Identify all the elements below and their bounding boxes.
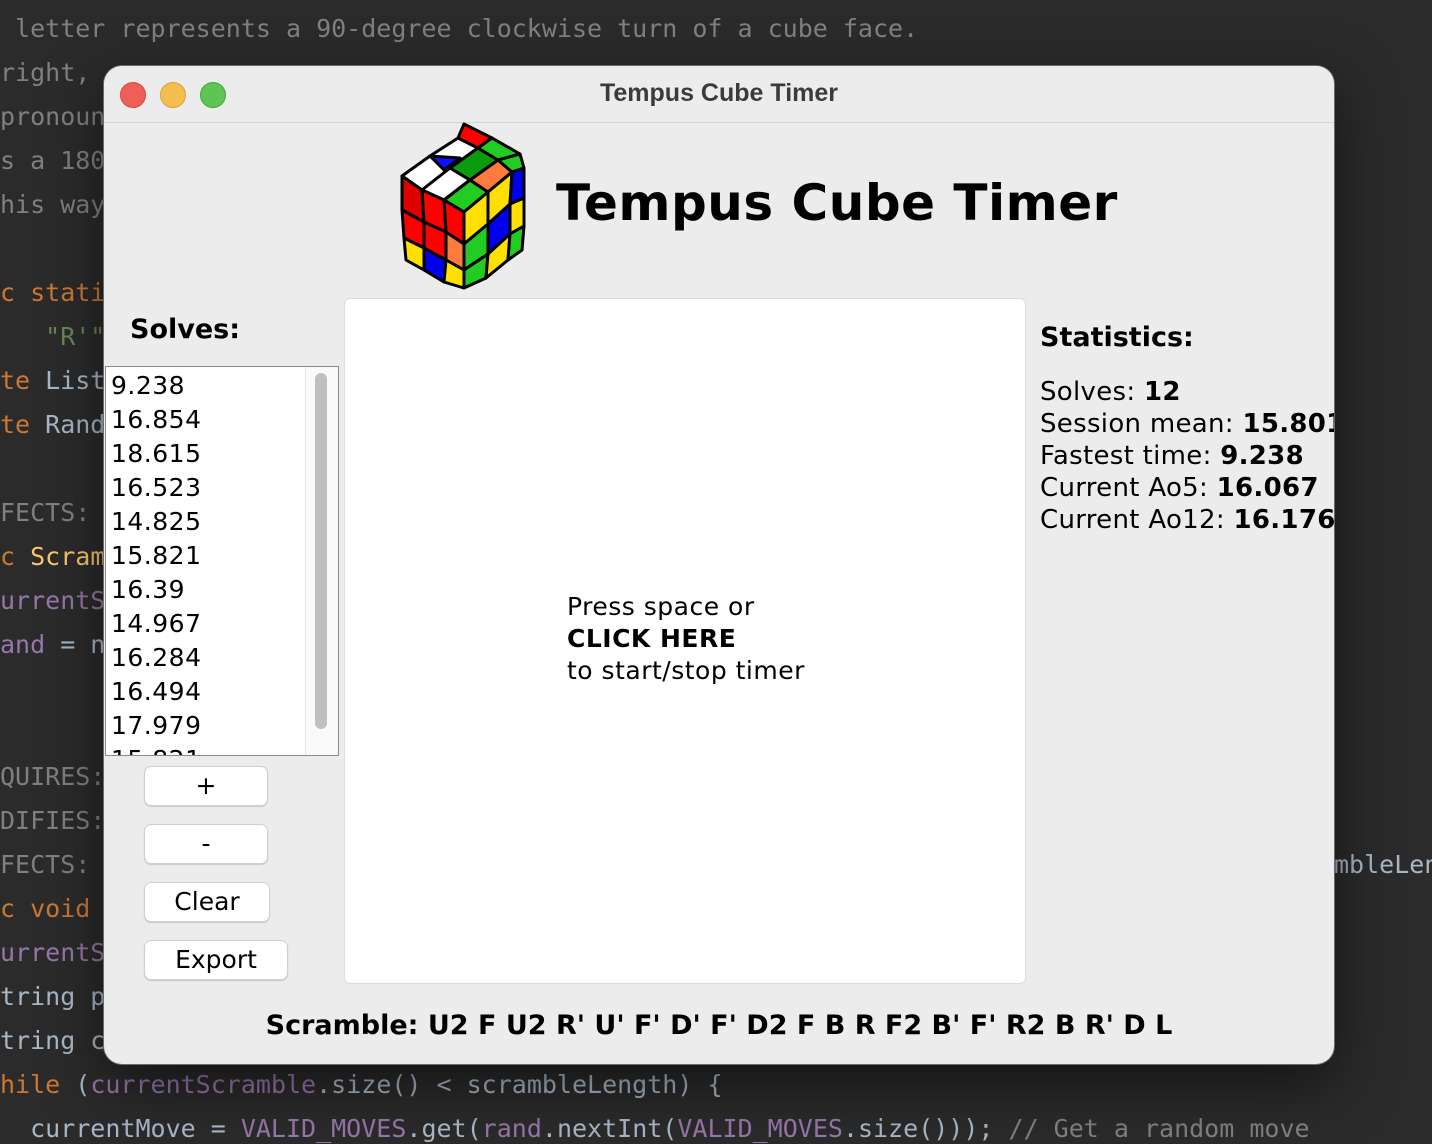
solve-list-item[interactable]: 15.821 (111, 743, 201, 755)
solve-list-item[interactable]: 16.39 (111, 573, 201, 607)
solve-list-item[interactable]: 16.494 (111, 675, 201, 709)
code-line: and = n (0, 630, 106, 659)
code-line: his way (0, 190, 106, 219)
solves-scrollbar[interactable] (305, 367, 338, 755)
solve-list-item[interactable]: 16.284 (111, 641, 201, 675)
scramble-moves: U2 F U2 R' U' F' D' F' D2 F B R F2 B' F'… (427, 1010, 1173, 1041)
code-line: right, (0, 58, 106, 87)
timer-prompt: Press space or CLICK HERE to start/stop … (567, 591, 805, 687)
code-line: urrentS (0, 586, 106, 615)
solve-list-item[interactable]: 9.238 (111, 369, 201, 403)
stat-current-ao5: Current Ao5: 16.067 (1040, 473, 1319, 503)
solves-list[interactable]: 9.238 16.854 18.615 16.523 14.825 15.821 16.39… (105, 366, 339, 756)
solve-list-item[interactable]: 14.967 (111, 607, 201, 641)
code-line: c stati (0, 278, 106, 307)
timer-prompt-click-here: CLICK HERE (567, 624, 737, 653)
stat-current-ao12: Current Ao12: 16.176 (1040, 505, 1334, 535)
code-line: FECTS: (0, 850, 106, 879)
statistics-panel: Solves: 12 Session mean: 15.801 Fastest … (1040, 376, 1334, 536)
timer-prompt-line-1: Press space or (567, 592, 755, 621)
export-solves-button[interactable]: Export (144, 940, 288, 980)
code-line: c Scram (0, 542, 106, 571)
scrollbar-thumb[interactable] (315, 373, 327, 729)
solve-list-item[interactable]: 16.854 (111, 403, 201, 437)
code-line: pronoun (0, 102, 106, 131)
scramble-label: Scramble: (265, 1010, 428, 1041)
code-line: hile (currentScramble.size() < scrambleL… (0, 1070, 723, 1099)
stat-solves: Solves: 12 (1040, 377, 1181, 407)
code-line: tring p (0, 982, 106, 1011)
solves-items: 9.238 16.854 18.615 16.523 14.825 15.821 16.39… (111, 369, 201, 755)
timer-prompt-line-3: to start/stop timer (567, 656, 805, 685)
code-line: te List (0, 366, 106, 395)
statistics-heading: Statistics: (1040, 322, 1194, 353)
stat-session-mean: Session mean: 15.801 (1040, 409, 1334, 439)
solve-list-item[interactable]: 16.523 (111, 471, 201, 505)
stat-fastest-time: Fastest time: 9.238 (1040, 441, 1304, 471)
code-line: currentMove = VALID_MOVES.get(rand.nextI… (0, 1114, 1310, 1143)
code-line: tring c (0, 1026, 106, 1055)
solve-list-item[interactable]: 14.825 (111, 505, 201, 539)
add-solve-button[interactable]: + (144, 766, 268, 806)
title-bar: Tempus Cube Timer (104, 66, 1334, 123)
rubiks-cube-icon (400, 122, 526, 290)
window-title: Tempus Cube Timer (599, 79, 838, 107)
code-line: letter represents a 90-degree clockwise … (0, 14, 919, 43)
solve-list-item[interactable]: 17.979 (111, 709, 201, 743)
code-line: c void (0, 894, 91, 923)
code-line: FECTS: (0, 498, 106, 527)
code-line: s a 180 (0, 146, 106, 175)
clear-solves-button[interactable]: Clear (144, 882, 270, 922)
scramble-text: Scramble: U2 F U2 R' U' F' D' F' D2 F B … (104, 1010, 1334, 1041)
solve-list-item[interactable]: 15.821 (111, 539, 201, 573)
timer-click-area[interactable]: Press space or CLICK HERE to start/stop … (344, 298, 1026, 984)
app-heading: Tempus Cube Timer (556, 174, 1118, 232)
code-line: urrentS (0, 938, 106, 967)
solve-list-item[interactable]: 18.615 (111, 437, 201, 471)
code-line: DIFIES: (0, 806, 106, 835)
remove-solve-button[interactable]: - (144, 824, 268, 864)
solves-heading: Solves: (130, 314, 241, 345)
code-line: QUIRES: (0, 762, 106, 791)
code-fragment-right: mbleLen (1334, 850, 1432, 879)
app-window: Tempus Cube Timer Tempus Cube Timer Solv… (104, 66, 1334, 1064)
code-line: "R'" (0, 322, 106, 351)
code-line: te Rand (0, 410, 106, 439)
